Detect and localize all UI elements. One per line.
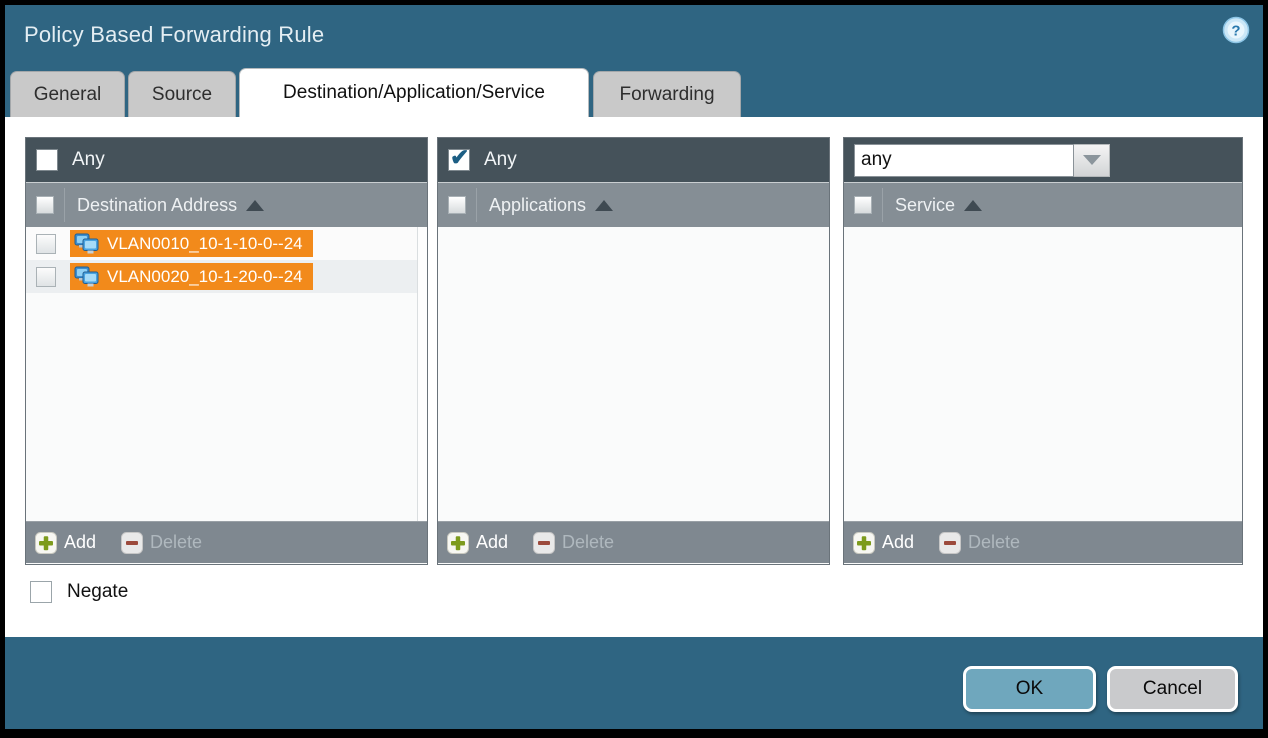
delete-button-label: Delete <box>150 532 202 553</box>
table-row[interactable]: VLAN0020_10-1-20-0--24 <box>26 260 427 293</box>
plus-icon <box>853 532 875 554</box>
help-icon[interactable]: ? <box>1222 16 1250 44</box>
negate-checkbox[interactable] <box>30 581 52 603</box>
row-checkbox[interactable] <box>36 234 56 254</box>
add-button-label: Add <box>882 532 914 553</box>
negate-label: Negate <box>67 581 128 603</box>
address-item-label: VLAN0010_10-1-10-0--24 <box>107 234 303 254</box>
column-divider <box>64 188 65 222</box>
destination-toolbar: Add Delete <box>26 521 427 563</box>
address-group-icon <box>74 232 100 256</box>
add-button-label: Add <box>476 532 508 553</box>
address-item[interactable]: VLAN0020_10-1-20-0--24 <box>70 263 313 290</box>
service-panel: Service Add De <box>843 137 1243 565</box>
service-list <box>844 227 1242 521</box>
service-dropdown-row <box>844 138 1242 183</box>
applications-any-row: Any <box>438 138 829 183</box>
scrollbar-track[interactable] <box>417 227 427 521</box>
add-button-label: Add <box>64 532 96 553</box>
applications-select-all-checkbox[interactable] <box>448 196 466 214</box>
svg-text:?: ? <box>1231 23 1240 40</box>
delete-button[interactable]: Delete <box>533 532 614 554</box>
delete-button[interactable]: Delete <box>121 532 202 554</box>
applications-column-label: Applications <box>489 195 586 216</box>
service-column-label: Service <box>895 195 955 216</box>
tab-content: Any Destination Address <box>5 117 1263 637</box>
dropdown-arrow-button[interactable] <box>1074 144 1110 177</box>
destination-column-label: Destination Address <box>77 195 237 216</box>
applications-any-checkbox[interactable] <box>448 149 470 171</box>
delete-button[interactable]: Delete <box>939 532 1020 554</box>
applications-toolbar: Add Delete <box>438 521 829 563</box>
address-group-icon <box>74 265 100 289</box>
minus-icon <box>939 532 961 554</box>
destination-any-checkbox[interactable] <box>36 149 58 171</box>
dialog-title: Policy Based Forwarding Rule <box>24 22 324 48</box>
service-column-header[interactable]: Service <box>844 183 1242 227</box>
minus-icon <box>533 532 555 554</box>
cancel-button[interactable]: Cancel <box>1107 666 1238 712</box>
tab-forwarding[interactable]: Forwarding <box>593 71 741 117</box>
destination-any-row: Any <box>26 138 427 183</box>
destination-address-panel: Any Destination Address <box>25 137 428 565</box>
add-button[interactable]: Add <box>447 532 508 554</box>
add-button[interactable]: Add <box>853 532 914 554</box>
tab-bar: General Source Destination/Application/S… <box>5 68 1263 117</box>
tab-general[interactable]: General <box>10 71 125 117</box>
add-button[interactable]: Add <box>35 532 96 554</box>
tab-destination-application-service[interactable]: Destination/Application/Service <box>239 68 589 117</box>
applications-any-label: Any <box>484 149 517 171</box>
column-divider <box>476 188 477 222</box>
destination-select-all-checkbox[interactable] <box>36 196 54 214</box>
sort-ascending-icon <box>246 200 264 211</box>
applications-panel: Any Applications Add <box>437 137 830 565</box>
applications-list <box>438 227 829 521</box>
minus-icon <box>121 532 143 554</box>
delete-button-label: Delete <box>968 532 1020 553</box>
service-toolbar: Add Delete <box>844 521 1242 563</box>
delete-button-label: Delete <box>562 532 614 553</box>
plus-icon <box>35 532 57 554</box>
destination-any-label: Any <box>72 149 105 171</box>
negate-row: Negate <box>30 581 128 603</box>
column-divider <box>882 188 883 222</box>
pbf-rule-dialog: Policy Based Forwarding Rule ? General S… <box>5 5 1263 729</box>
row-checkbox[interactable] <box>36 267 56 287</box>
tab-source[interactable]: Source <box>128 71 236 117</box>
address-item[interactable]: VLAN0010_10-1-10-0--24 <box>70 230 313 257</box>
destination-list: VLAN0010_10-1-10-0--24 <box>26 227 427 521</box>
plus-icon <box>447 532 469 554</box>
destination-column-header[interactable]: Destination Address <box>26 183 427 227</box>
service-dropdown <box>854 144 1110 177</box>
sort-ascending-icon <box>595 200 613 211</box>
service-select-all-checkbox[interactable] <box>854 196 872 214</box>
table-row[interactable]: VLAN0010_10-1-10-0--24 <box>26 227 427 260</box>
applications-column-header[interactable]: Applications <box>438 183 829 227</box>
service-dropdown-input[interactable] <box>854 144 1074 177</box>
ok-button[interactable]: OK <box>963 666 1096 712</box>
sort-ascending-icon <box>964 200 982 211</box>
address-item-label: VLAN0020_10-1-20-0--24 <box>107 267 303 287</box>
chevron-down-icon <box>1083 155 1101 165</box>
